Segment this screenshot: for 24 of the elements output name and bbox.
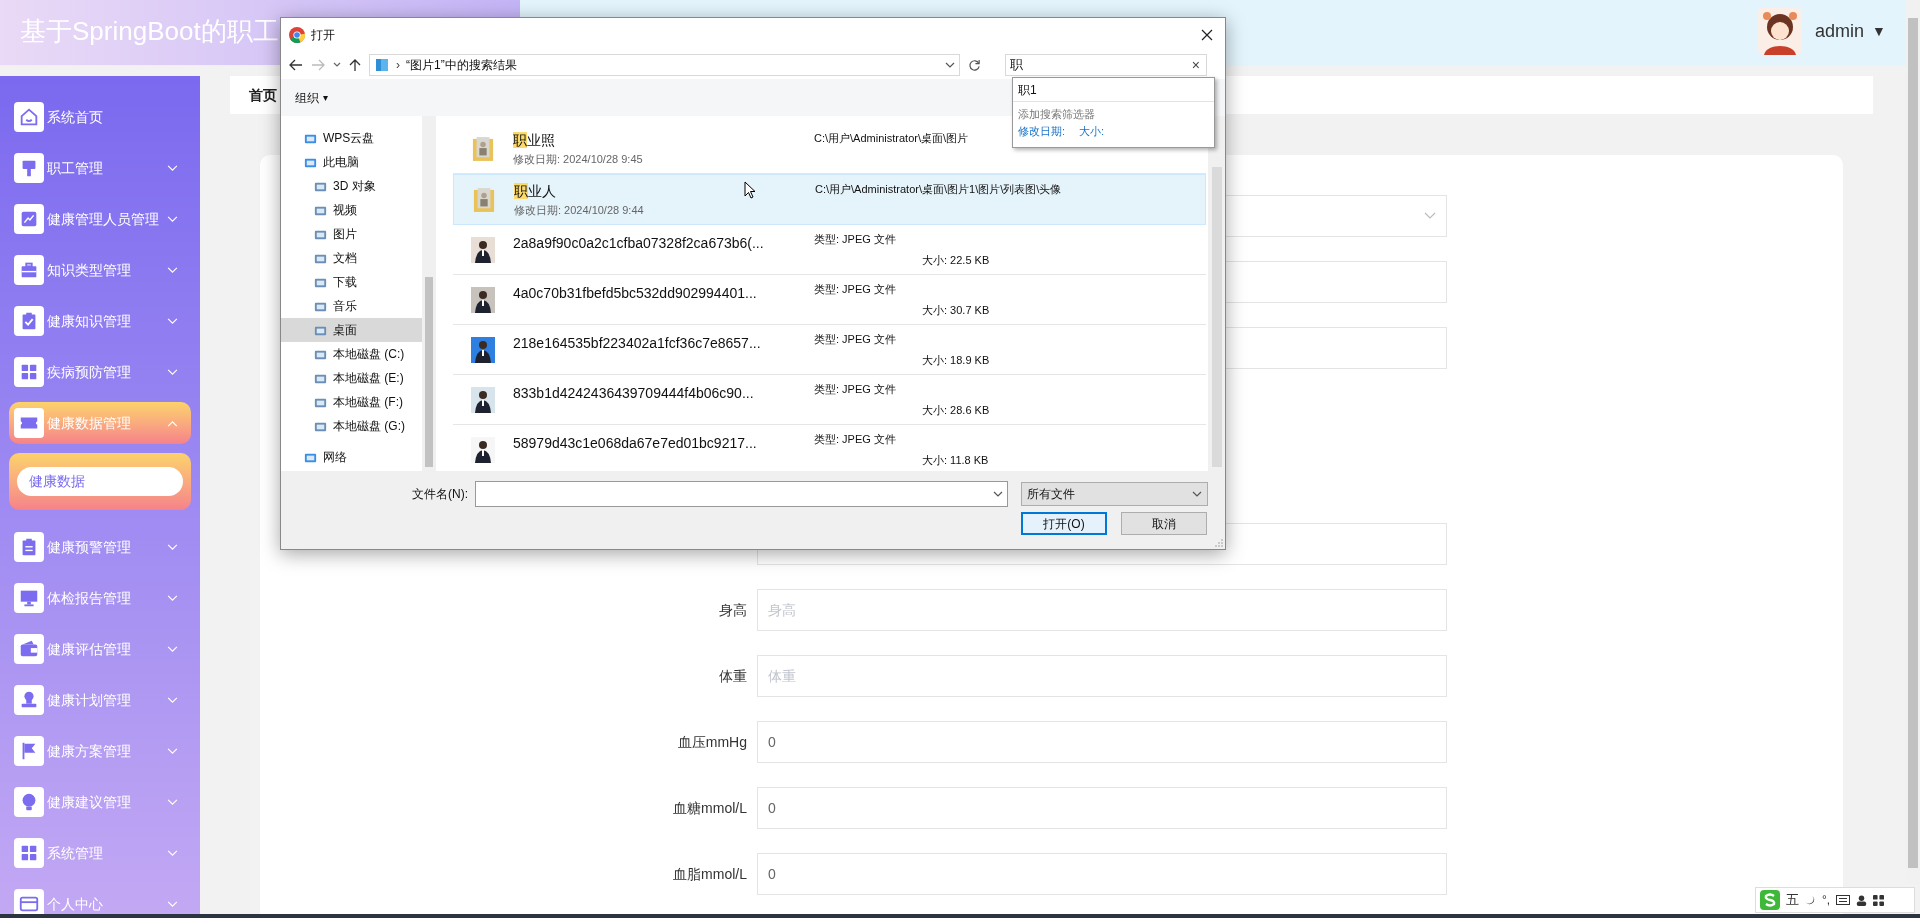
file-size: 大小: 11.8 KB xyxy=(922,453,990,468)
field-label: 血糖mmol/L xyxy=(673,800,747,816)
file-size: 大小: 28.6 KB xyxy=(922,403,991,418)
file-path: C:\用户\Administrator\桌面\图片 xyxy=(814,131,969,146)
file-type: 类型: JPEG 文件 xyxy=(814,381,897,397)
field-label: 文件名(N): xyxy=(412,486,469,503)
modified-date: 修改日期: 2024/10/28 9:45 xyxy=(513,151,643,167)
dialog-title: 打开 xyxy=(311,26,336,44)
field-label: 血压mmHg xyxy=(677,734,747,750)
filter-hint: 添加搜索筛选器 xyxy=(1017,107,1096,122)
field-label: 血脂mmol/L xyxy=(673,866,747,882)
field-label: 体重 xyxy=(719,668,747,684)
file-size: 大小: 30.7 KB xyxy=(922,303,991,318)
file-size: 大小: 18.9 KB xyxy=(922,353,991,368)
address-path: “图片1”中的搜索结果 xyxy=(406,57,518,74)
modified-date: 修改日期: 2024/10/28 9:44 xyxy=(514,202,644,218)
file-type: 类型: JPEG 文件 xyxy=(814,281,897,297)
file-type: 类型: JPEG 文件 xyxy=(814,231,897,247)
file-type: 类型: JPEG 文件 xyxy=(814,331,897,347)
file-path: C:\用户\Administrator\桌面\图片1\图片\列表图\头像 xyxy=(815,182,1062,197)
file-size: 大小: 22.5 KB xyxy=(922,253,991,268)
field-label: 身高 xyxy=(719,602,747,618)
file-type: 类型: JPEG 文件 xyxy=(814,431,897,447)
breadcrumb-separator: › xyxy=(396,57,400,74)
